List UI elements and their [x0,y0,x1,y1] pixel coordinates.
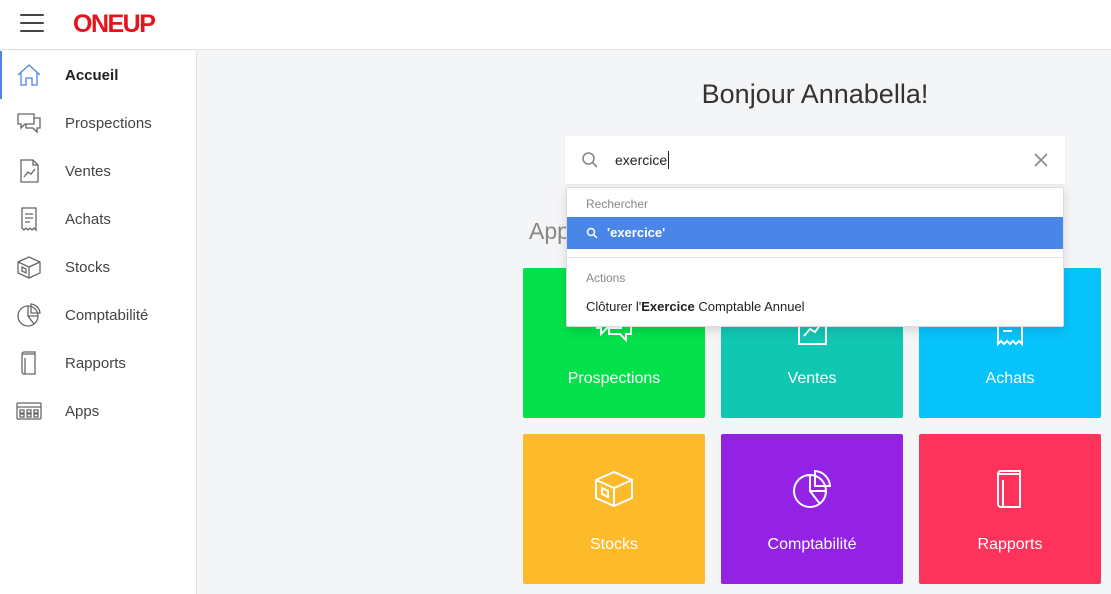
sidebar-item-apps[interactable]: Apps [0,387,196,435]
sidebar-item-label: Comptabilité [65,306,149,324]
sidebar-item-label: Prospections [65,114,152,132]
sidebar-item-label: Stocks [65,258,111,276]
box-icon [595,470,633,508]
search-box[interactable]: exercice [565,136,1065,184]
pie-chart-icon [793,469,832,508]
tile-stocks[interactable]: Stocks [523,434,705,584]
sidebar-item-stocks[interactable]: Stocks [0,243,196,291]
top-bar: ONEUP [0,0,1111,50]
brand-logo[interactable]: ONEUP [73,10,156,39]
sidebar: Accueil Prospections Ventes Achats Stock… [0,51,197,594]
chart-doc-icon [20,159,39,183]
book-icon [997,470,1021,508]
tile-label: Prospections [567,370,661,387]
menu-icon[interactable] [20,14,44,34]
sidebar-item-achats[interactable]: Achats [0,195,196,243]
tile-label: Stocks [589,536,638,553]
tile-label: Rapports [977,536,1043,553]
search-suggestion-label: 'exercice' [607,225,666,240]
sidebar-item-prospections[interactable]: Prospections [0,99,196,147]
sidebar-item-label: Apps [65,402,100,420]
receipt-icon [21,207,37,232]
chat-icon [17,113,41,134]
page-greeting: Bonjour Annabella! [701,79,929,109]
sidebar-item-accueil[interactable]: Accueil [0,51,196,99]
sidebar-item-ventes[interactable]: Ventes [0,147,196,195]
dropdown-section-search: Rechercher [586,197,649,211]
tile-rapports[interactable]: Rapports [919,434,1101,584]
apps-grid-icon [16,402,42,420]
search-icon [582,152,598,168]
tile-label: Comptabilité [767,536,857,553]
tile-comptabilite[interactable]: Comptabilité [721,434,903,584]
search-suggestion-item[interactable]: 'exercice' [567,217,1063,249]
sidebar-item-comptabilite[interactable]: Comptabilité [0,291,196,339]
search-dropdown: Rechercher 'exercice' Actions Clôturer l… [566,187,1064,327]
sidebar-item-label: Achats [65,210,111,228]
sidebar-item-rapports[interactable]: Rapports [0,339,196,387]
pie-chart-icon [17,303,41,327]
sidebar-item-label: Accueil [65,66,119,84]
dropdown-divider [567,257,1063,258]
tile-label: Ventes [787,370,837,387]
close-icon[interactable] [1032,151,1050,169]
tile-label: Achats [985,370,1035,387]
search-input[interactable]: exercice [615,151,670,169]
home-icon [17,64,41,86]
sidebar-item-label: Ventes [65,162,111,180]
sidebar-item-label: Rapports [65,354,126,372]
book-icon [21,351,36,375]
dropdown-section-actions: Actions [586,271,626,285]
action-item-close-fiscal-year[interactable]: Clôturer l'Exercice Comptable Annuel [586,299,805,314]
search-icon [586,227,598,239]
box-icon [17,256,41,279]
